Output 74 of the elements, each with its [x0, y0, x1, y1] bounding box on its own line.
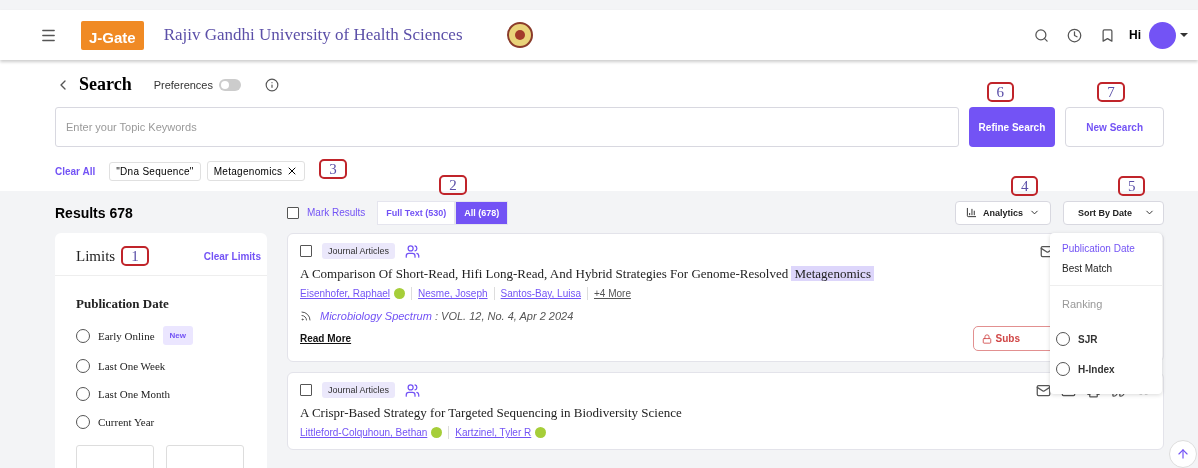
menu-section-title: Ranking	[1050, 285, 1162, 324]
feed-icon	[300, 310, 312, 322]
clear-limits-link[interactable]: Clear Limits	[203, 250, 261, 262]
emblem-icon	[506, 22, 533, 48]
radio-button[interactable]	[76, 359, 90, 373]
new-search-button[interactable]: New Search	[1065, 107, 1164, 147]
preferences-label: Preferences	[153, 78, 213, 91]
university-name: Rajiv Gandhi University of Health Sciences	[163, 25, 463, 45]
filter-chip[interactable]: Metagenomics	[206, 161, 306, 181]
bar-chart-icon	[965, 207, 977, 218]
author-link[interactable]: Santos-Bay, Luisa	[500, 288, 581, 299]
checkbox[interactable]	[300, 384, 312, 396]
author-link[interactable]: Nesme, Joseph	[418, 288, 488, 299]
greeting: Hi	[1129, 28, 1141, 42]
email-icon[interactable]	[1036, 382, 1051, 398]
filter-chip[interactable]: "Dna Sequence"	[109, 161, 201, 181]
limits-title: Limits	[76, 247, 116, 265]
authors-icon	[405, 382, 421, 398]
results-count: Results 678	[55, 204, 134, 221]
author-link[interactable]: Eisenhofer, Raphael	[300, 288, 391, 299]
article-type-tag: Journal Articles	[322, 382, 396, 398]
article-title[interactable]: A Comparison Of Short-Read, Hifi Long-Read, And Hybrid Strategies For Genome-Resolved Metagenomics	[300, 266, 1040, 282]
option-label: H-Index	[1078, 363, 1115, 375]
new-badge: New	[162, 326, 193, 345]
bookmark-icon[interactable]	[1100, 27, 1115, 43]
option-label: Early Online	[98, 329, 155, 342]
author-link[interactable]: Kartzinel, Tyler R	[455, 427, 532, 438]
section-title: Publication Date	[76, 296, 169, 311]
option-label: Last One Week	[98, 360, 166, 372]
authors-icon	[405, 243, 421, 259]
callout-number: 4	[1010, 175, 1039, 196]
filter-tab[interactable]: All (678)	[455, 200, 509, 225]
author-link[interactable]: Littleford-Colquhoun, Bethan	[300, 427, 428, 438]
filter-tab[interactable]: Full Text (530)	[377, 200, 456, 225]
article-title[interactable]: A Crispr-Based Strategy for Targeted Sequencing in Biodiversity Science	[300, 405, 1040, 421]
clear-all-link[interactable]: Clear All	[55, 165, 96, 177]
journal-source: Microbiology Spectrum : VOL. 12, No. 4, Apr 2 2024	[320, 310, 574, 322]
callout-number: 7	[1097, 82, 1125, 102]
callout-number: 2	[439, 174, 467, 195]
caret-icon[interactable]	[1180, 33, 1188, 37]
date-field[interactable]	[76, 445, 154, 468]
radio-button[interactable]	[1056, 332, 1070, 346]
callout-number: 1	[121, 246, 149, 266]
menu-item[interactable]: Publication Date	[1050, 239, 1162, 259]
avatar[interactable]	[1149, 21, 1176, 49]
read-more-link[interactable]: Read More	[300, 333, 352, 344]
sort-dropdown[interactable]: Sort By Date	[1063, 200, 1164, 225]
option-label: Current Year	[98, 416, 155, 428]
option-label: SJR	[1078, 333, 1098, 345]
preferences-toggle[interactable]	[219, 78, 241, 91]
option-label: Last One Month	[98, 388, 171, 400]
arrow-up-icon	[1176, 447, 1190, 461]
info-icon[interactable]	[265, 77, 279, 92]
radio-button[interactable]	[1056, 362, 1070, 376]
analytics-button[interactable]: Analytics	[954, 200, 1051, 225]
radio-button[interactable]	[76, 415, 90, 429]
search-icon[interactable]	[1034, 27, 1049, 43]
checkbox[interactable]	[287, 206, 299, 219]
radio-button[interactable]	[76, 328, 90, 343]
radio-button[interactable]	[76, 387, 90, 401]
history-icon[interactable]	[1067, 27, 1082, 43]
page-title: Search	[79, 74, 132, 95]
callout-number: 5	[1118, 175, 1146, 196]
keyword-input[interactable]: Enter your Topic Keywords	[55, 107, 959, 147]
lock-icon	[981, 333, 992, 344]
article-type-tag: Journal Articles	[322, 243, 396, 259]
more-authors-link[interactable]: +4 More	[594, 288, 631, 299]
date-field[interactable]	[166, 445, 244, 468]
mark-results-link[interactable]: Mark Results	[307, 207, 366, 218]
refine-search-button[interactable]: Refine Search	[968, 107, 1056, 147]
checkbox[interactable]	[300, 245, 312, 257]
menu-item[interactable]: Best Match	[1050, 259, 1162, 279]
callout-number: 3	[319, 159, 347, 179]
callout-number: 6	[986, 82, 1015, 102]
